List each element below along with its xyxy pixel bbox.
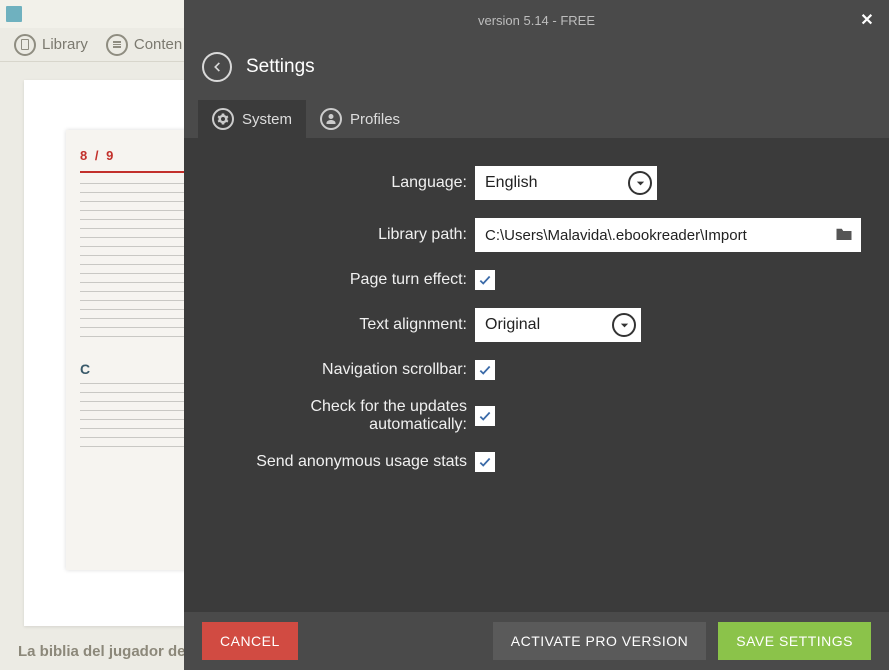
cancel-button[interactable]: CANCEL bbox=[202, 622, 298, 660]
user-icon bbox=[320, 108, 342, 130]
book-title-caption: La biblia del jugador de p bbox=[18, 643, 199, 660]
stats-checkbox[interactable] bbox=[475, 452, 495, 472]
tab-system-label: System bbox=[242, 111, 292, 128]
nav-scroll-checkbox[interactable] bbox=[475, 360, 495, 380]
language-label: Language: bbox=[210, 174, 475, 192]
text-align-value: Original bbox=[485, 316, 540, 334]
tabs: System Profiles bbox=[184, 100, 889, 138]
library-path-value: C:\Users\Malavida\.ebookreader\Import bbox=[485, 227, 747, 244]
version-label: version 5.14 - FREE bbox=[478, 13, 595, 28]
close-button[interactable]: ✕ bbox=[855, 8, 879, 32]
save-settings-button[interactable]: SAVE SETTINGS bbox=[718, 622, 871, 660]
book-icon bbox=[14, 34, 36, 56]
chevron-down-icon bbox=[612, 313, 636, 337]
text-align-label: Text alignment: bbox=[210, 316, 475, 334]
library-path-label: Library path: bbox=[210, 226, 475, 244]
page-turn-label: Page turn effect: bbox=[210, 271, 475, 289]
language-value: English bbox=[485, 174, 537, 192]
folder-icon[interactable] bbox=[835, 226, 853, 242]
nav-scroll-label: Navigation scrollbar: bbox=[210, 361, 475, 379]
toolbar-library-label: Library bbox=[42, 36, 88, 53]
modal-footer: CANCEL ACTIVATE PRO VERSION SAVE SETTING… bbox=[184, 612, 889, 670]
text-align-select[interactable]: Original bbox=[475, 308, 641, 342]
toolbar-content-label: Conten bbox=[134, 36, 182, 53]
toolbar-content[interactable]: Conten bbox=[106, 34, 182, 56]
updates-label: Check for the updates automatically: bbox=[210, 398, 475, 434]
app-logo-icon bbox=[6, 6, 22, 22]
modal-title: Settings bbox=[246, 56, 315, 78]
chevron-down-icon bbox=[628, 171, 652, 195]
tab-system[interactable]: System bbox=[198, 100, 306, 138]
back-button[interactable] bbox=[202, 52, 232, 82]
list-icon bbox=[106, 34, 128, 56]
page-turn-checkbox[interactable] bbox=[475, 270, 495, 290]
activate-pro-button[interactable]: ACTIVATE PRO VERSION bbox=[493, 622, 707, 660]
language-select[interactable]: English bbox=[475, 166, 657, 200]
library-path-input[interactable]: C:\Users\Malavida\.ebookreader\Import bbox=[475, 218, 861, 252]
updates-checkbox[interactable] bbox=[475, 406, 495, 426]
gear-icon bbox=[212, 108, 234, 130]
toolbar-library[interactable]: Library bbox=[14, 34, 88, 56]
stats-label: Send anonymous usage stats bbox=[210, 453, 475, 471]
tab-profiles[interactable]: Profiles bbox=[306, 100, 414, 138]
settings-modal: version 5.14 - FREE ✕ Settings System Pr… bbox=[184, 0, 889, 670]
tab-profiles-label: Profiles bbox=[350, 111, 400, 128]
arrow-left-icon bbox=[210, 60, 224, 74]
settings-form: Language: English Library path: C:\Users… bbox=[184, 138, 889, 612]
